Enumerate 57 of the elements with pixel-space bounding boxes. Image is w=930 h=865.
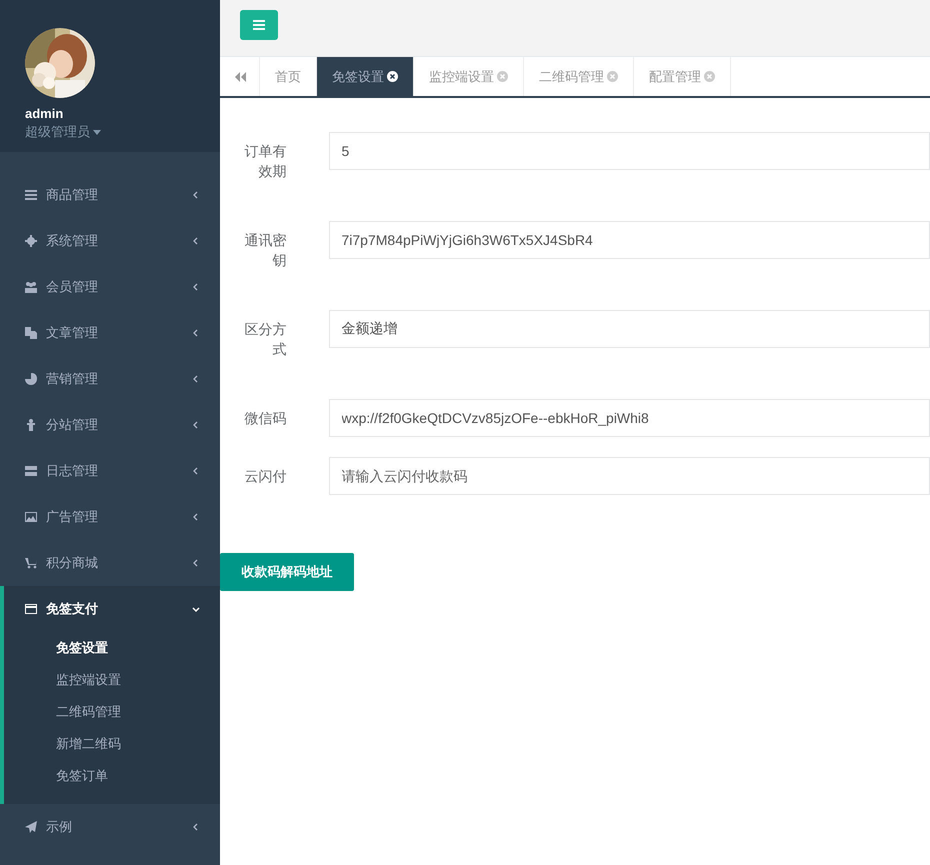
submenu-item[interactable]: 免签订单 bbox=[4, 760, 220, 792]
menu-item[interactable]: 营销管理 bbox=[0, 356, 220, 402]
menu-item[interactable]: 系统管理 bbox=[0, 218, 220, 264]
chevron-down-icon bbox=[192, 605, 200, 613]
chevron-left-icon bbox=[192, 329, 200, 337]
users-icon bbox=[25, 281, 37, 293]
menu-item[interactable]: 示例 bbox=[0, 804, 220, 850]
chevron-left-icon bbox=[192, 823, 200, 831]
menu-item[interactable]: 文章管理 bbox=[0, 310, 220, 356]
image-icon bbox=[25, 511, 37, 523]
decode-button[interactable]: 收款码解码地址 bbox=[220, 553, 354, 591]
user-name: admin bbox=[25, 105, 64, 123]
input-field[interactable]: 请输入云闪付收款码 bbox=[328, 457, 930, 495]
field-label: 云闪付 bbox=[244, 467, 286, 486]
field-label: 通讯密钥 bbox=[244, 231, 286, 270]
menu-item[interactable]: 日志管理 bbox=[0, 448, 220, 494]
menu-item[interactable]: 分站管理 bbox=[0, 402, 220, 448]
menu-icon bbox=[253, 20, 265, 30]
field-label: 区分方式 bbox=[244, 320, 286, 359]
double-left-icon bbox=[234, 72, 246, 82]
cart-icon bbox=[25, 557, 37, 569]
submenu-item[interactable]: 二维码管理 bbox=[4, 696, 220, 728]
role-dropdown[interactable]: 超级管理员 bbox=[25, 123, 101, 141]
card-icon bbox=[25, 603, 37, 615]
chevron-left-icon bbox=[192, 237, 200, 245]
submenu-item[interactable]: 免签设置 bbox=[4, 632, 220, 664]
field-label: 订单有效期 bbox=[244, 142, 286, 181]
input-field[interactable]: 7i7p7M84pPiWjYjGi6h3W6Tx5XJ4SbR4 bbox=[328, 221, 930, 259]
input-field[interactable]: wxp://f2f0GkeQtDCVzv85jzOFe--ebkHoR_piWhi8 bbox=[328, 399, 930, 437]
menu-item[interactable]: 商品管理 bbox=[0, 172, 220, 218]
field-label: 微信码 bbox=[244, 409, 286, 428]
menu-item[interactable]: 积分商城 bbox=[0, 540, 220, 586]
chevron-left-icon bbox=[192, 467, 200, 475]
paper-plane-icon bbox=[25, 821, 37, 833]
chevron-left-icon bbox=[192, 421, 200, 429]
server-icon bbox=[25, 465, 37, 477]
chevron-left-icon bbox=[192, 375, 200, 383]
close-icon[interactable] bbox=[387, 71, 398, 82]
tab[interactable]: 免签设置 bbox=[317, 57, 414, 96]
pie-chart-icon bbox=[25, 373, 37, 385]
gear-icon bbox=[25, 235, 37, 247]
submenu-item[interactable]: 新增二维码 bbox=[4, 728, 220, 760]
caret-icon bbox=[93, 130, 101, 134]
files-icon bbox=[25, 327, 37, 339]
menu-button[interactable] bbox=[240, 10, 278, 40]
submenu-item[interactable]: 监控端设置 bbox=[4, 664, 220, 696]
list-icon bbox=[25, 189, 37, 201]
input-field[interactable]: 5 bbox=[328, 132, 930, 170]
menu-item[interactable]: 会员管理 bbox=[0, 264, 220, 310]
menu-item[interactable]: 广告管理 bbox=[0, 494, 220, 540]
menu-item[interactable]: 免签支付 bbox=[4, 586, 220, 632]
chevron-left-icon bbox=[192, 513, 200, 521]
chevron-left-icon bbox=[192, 191, 200, 199]
chevron-left-icon bbox=[192, 559, 200, 567]
chevron-left-icon bbox=[192, 283, 200, 291]
person-icon bbox=[25, 419, 37, 431]
input-field[interactable]: 金额递增 bbox=[328, 310, 930, 348]
